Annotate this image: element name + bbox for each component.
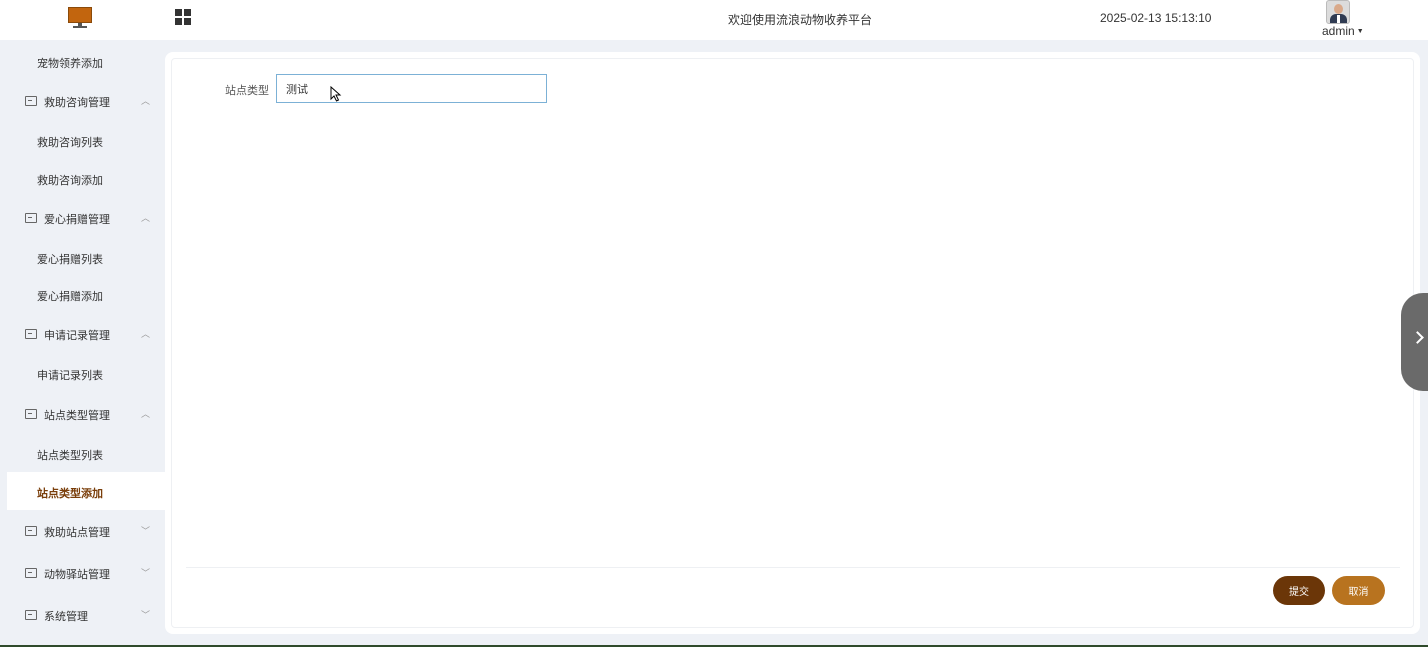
menu-box-icon [25, 409, 37, 419]
sidebar-item-donation-add[interactable]: 爱心捐赠添加 [0, 277, 165, 313]
sidebar-group-system[interactable]: 系统管理 ﹀ [0, 597, 165, 633]
chevron-up-icon: ︿ [141, 409, 151, 419]
mouse-cursor-icon [330, 86, 342, 102]
sidebar-item-rescue-consult-list[interactable]: 救助咨询列表 [0, 123, 165, 159]
sidebar-item-label: 申请记录管理 [44, 330, 110, 342]
side-panel-toggle[interactable] [1401, 293, 1428, 391]
sidebar-item-label: 救助咨询管理 [44, 97, 110, 109]
sidebar-group-rescue-site[interactable]: 救助站点管理 ﹀ [0, 513, 165, 549]
chevron-down-icon: ﹀ [141, 568, 151, 578]
sidebar-item-pet-adoption-add[interactable]: 宠物领养添加 [0, 44, 165, 80]
sidebar-item-site-type-list[interactable]: 站点类型列表 [0, 436, 165, 472]
sidebar-group-donation[interactable]: 爱心捐赠管理 ︿ [0, 200, 165, 236]
chevron-right-icon [1411, 331, 1424, 344]
sidebar-item-label: 救助站点管理 [44, 527, 110, 539]
sidebar-item-label: 爱心捐赠列表 [37, 254, 103, 266]
form-panel [165, 52, 1420, 634]
sidebar: 宠物领养添加 救助咨询管理 ︿ 救助咨询列表 救助咨询添加 爱心捐赠管理 ︿ 爱… [0, 40, 165, 647]
menu-toggle-grid-icon[interactable] [175, 9, 191, 25]
sidebar-item-label: 爱心捐赠管理 [44, 214, 110, 226]
chevron-down-icon: ﹀ [141, 610, 151, 620]
chevron-up-icon: ︿ [141, 96, 151, 106]
monitor-logo-icon [68, 7, 92, 29]
system-box-icon [25, 610, 37, 620]
form-footer-divider [186, 567, 1400, 568]
menu-box-icon [25, 526, 37, 536]
menu-box-icon [25, 568, 37, 578]
chevron-down-icon: ﹀ [141, 526, 151, 536]
menu-box-icon [25, 96, 37, 106]
sidebar-item-label: 爱心捐赠添加 [37, 291, 103, 303]
sidebar-item-application-records-list[interactable]: 申请记录列表 [0, 356, 165, 392]
sidebar-group-site-type[interactable]: 站点类型管理 ︿ [0, 396, 165, 432]
current-datetime: 2025-02-13 15:13:10 [1100, 11, 1212, 25]
sidebar-item-label: 站点类型添加 [37, 488, 103, 500]
sidebar-group-rescue-consult[interactable]: 救助咨询管理 ︿ [0, 83, 165, 119]
chevron-down-icon: ▼ [1356, 28, 1364, 35]
menu-box-icon [25, 213, 37, 223]
menu-box-icon [25, 329, 37, 339]
sidebar-item-label: 救助咨询列表 [37, 137, 103, 149]
chevron-up-icon: ︿ [141, 213, 151, 223]
user-menu-dropdown[interactable]: admin ▼ [1322, 24, 1364, 38]
sidebar-item-label: 救助咨询添加 [37, 175, 103, 187]
chevron-up-icon: ︿ [141, 329, 151, 339]
site-type-input[interactable] [276, 74, 547, 103]
sidebar-item-label: 系统管理 [44, 611, 88, 623]
sidebar-item-donation-list[interactable]: 爱心捐赠列表 [0, 240, 165, 276]
sidebar-group-application-records[interactable]: 申请记录管理 ︿ [0, 316, 165, 352]
site-type-label: 站点类型 [225, 85, 269, 97]
sidebar-item-site-type-add[interactable]: 站点类型添加 [7, 472, 165, 510]
user-name-label: admin [1322, 24, 1355, 38]
user-avatar-icon[interactable] [1326, 0, 1350, 24]
welcome-text: 欢迎使用流浪动物收养平台 [727, 13, 872, 27]
sidebar-item-label: 站点类型列表 [37, 450, 103, 462]
sidebar-item-label: 动物驿站管理 [44, 569, 110, 581]
submit-button[interactable]: 提交 [1273, 576, 1325, 605]
form-panel-inner [171, 58, 1414, 628]
sidebar-item-label: 宠物领养添加 [37, 58, 103, 70]
sidebar-item-label: 站点类型管理 [44, 410, 110, 422]
cancel-button[interactable]: 取消 [1332, 576, 1385, 605]
sidebar-group-animal-station[interactable]: 动物驿站管理 ﹀ [0, 555, 165, 591]
sidebar-item-rescue-consult-add[interactable]: 救助咨询添加 [0, 161, 165, 197]
sidebar-item-label: 申请记录列表 [37, 370, 103, 382]
top-header: 欢迎使用流浪动物收养平台 2025-02-13 15:13:10 admin ▼ [0, 0, 1428, 40]
